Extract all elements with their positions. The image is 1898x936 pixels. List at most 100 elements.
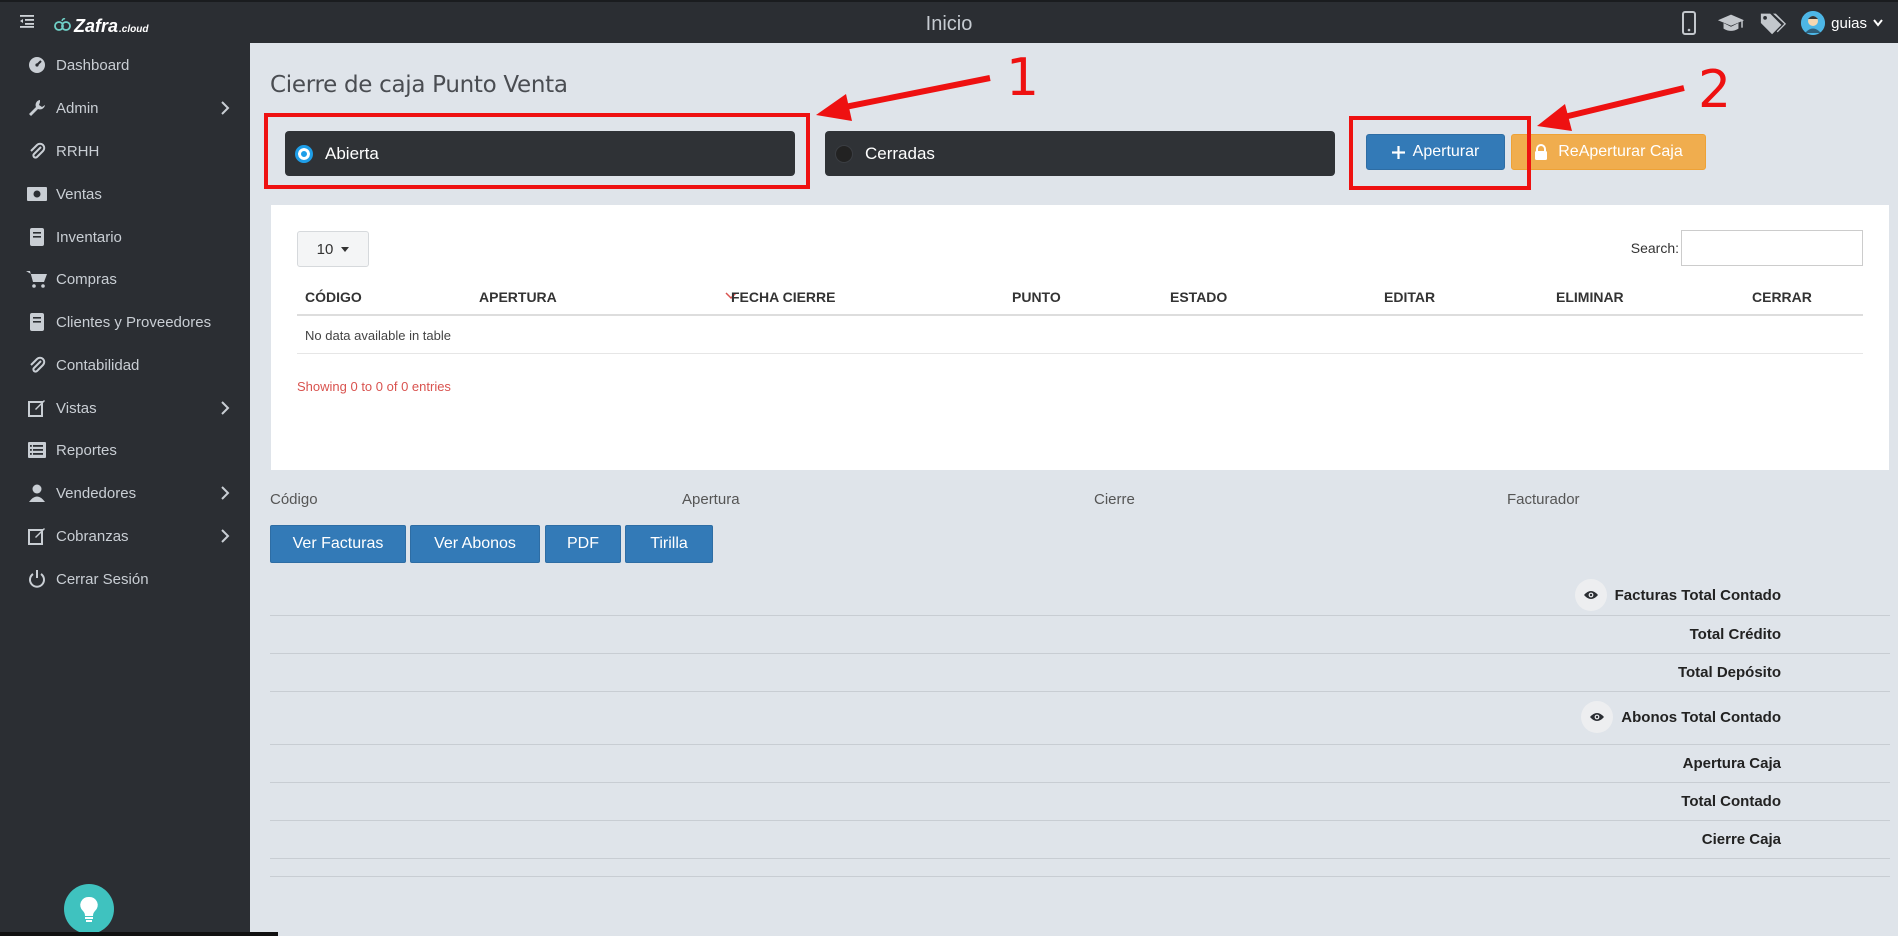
tags-icon[interactable] (1759, 10, 1787, 36)
sidebar-item-clientes-y-proveedores[interactable]: Clientes y Proveedores (0, 302, 250, 342)
table-info: Showing 0 to 0 of 0 entries (297, 379, 451, 394)
sidebar-item-vendedores[interactable]: Vendedores (0, 473, 250, 513)
column-header-editar[interactable]: EDITAR (1384, 289, 1435, 305)
summary-label: Total Contado (1681, 793, 1781, 810)
radio-unselected-icon (835, 145, 853, 163)
reaperturar-label: ReAperturar Caja (1558, 143, 1683, 160)
sidebar-item-vistas[interactable]: Vistas (0, 388, 250, 428)
sidebar-item-label: Clientes y Proveedores (56, 313, 212, 331)
sidebar-item-label: Admin (56, 99, 99, 117)
eye-icon[interactable] (1574, 579, 1607, 611)
sidebar-scrollbar[interactable] (0, 932, 278, 936)
ver-abonos-button[interactable]: Ver Abonos (410, 525, 540, 563)
sidebar-item-label: Compras (56, 270, 117, 288)
top-icons: guias (1675, 10, 1883, 36)
annotation-arrowhead-2 (1537, 104, 1572, 131)
user-menu[interactable]: guias (1801, 11, 1883, 35)
sidebar-item-cerrar-sesión[interactable]: Cerrar Sesión (0, 559, 250, 599)
user-name: guias (1831, 14, 1867, 32)
annotation-arrow-2 (1559, 85, 1685, 121)
money-icon (26, 183, 48, 205)
cart-icon (26, 268, 48, 290)
page-length-value: 10 (316, 240, 334, 258)
summary-label: Facturas Total Contado (1614, 586, 1781, 604)
column-header-cerrar[interactable]: CERRAR (1752, 289, 1812, 305)
sidebar-item-rrhh[interactable]: RRHH (0, 131, 250, 171)
summary-label: Apertura Caja (1682, 755, 1781, 772)
search-label: Search: (1630, 240, 1679, 256)
detail-label-cierre: Cierre (1094, 491, 1135, 508)
sidebar-item-admin[interactable]: Admin (0, 88, 250, 128)
column-header-punto[interactable]: PUNTO (1012, 289, 1061, 305)
sidebar-item-label: Cerrar Sesión (56, 570, 149, 588)
dashboard-icon (26, 54, 48, 76)
reaperturar-button[interactable]: ReAperturar Caja (1511, 134, 1706, 170)
column-header-estado[interactable]: ESTADO (1170, 289, 1227, 305)
book-icon (26, 226, 48, 248)
search-wrap: Search: (1631, 230, 1863, 266)
sidebar-item-label: Cobranzas (56, 527, 129, 545)
lock-icon (1535, 144, 1548, 160)
sidebar-item-dashboard[interactable]: Dashboard (0, 45, 250, 85)
summary-label-wrap: Total Crédito (1690, 626, 1781, 643)
sidebar-item-ventas[interactable]: Ventas (0, 174, 250, 214)
top-bar: Zafra .cloud Inicio guias (0, 0, 1898, 43)
column-header-codigo[interactable]: CÓDIGO (305, 289, 362, 305)
annotation-number-2: 2 (1698, 60, 1732, 120)
summary-row-empty (270, 859, 1890, 877)
filter-closed-button[interactable]: Cerradas (825, 131, 1335, 176)
graduation-cap-icon[interactable] (1717, 10, 1745, 36)
detail-label-facturador: Facturador (1507, 491, 1580, 508)
chevron-right-icon (220, 529, 230, 543)
user-icon (26, 482, 48, 504)
sidebar-item-compras[interactable]: Compras (0, 259, 250, 299)
edit-icon (26, 525, 48, 547)
annotation-arrow-1 (839, 75, 991, 111)
summary-label-wrap: Total Depósito (1678, 664, 1781, 681)
sidebar-item-label: Ventas (56, 185, 102, 203)
wrench-icon (26, 97, 48, 119)
summary-row: Abonos Total Contado (270, 692, 1890, 745)
filter-closed-label: Cerradas (865, 144, 935, 163)
lightbulb-icon[interactable] (64, 884, 114, 934)
annotation-arrowhead-1 (816, 94, 852, 121)
column-header-eliminar[interactable]: ELIMINAR (1556, 289, 1624, 305)
tirilla-button[interactable]: Tirilla (625, 525, 713, 563)
annotation-number-1: 1 (1006, 48, 1040, 108)
chevron-right-icon (220, 401, 230, 415)
sidebar-item-label: Reportes (56, 441, 117, 459)
column-header-fecha-cierre[interactable]: FECHA CIERRE (731, 289, 836, 305)
sidebar-item-inventario[interactable]: Inventario (0, 217, 250, 257)
summary-row: Cierre Caja (270, 821, 1890, 859)
summary-label-wrap: Abonos Total Contado (1581, 701, 1781, 733)
sidebar-item-label: Vistas (56, 399, 97, 417)
sidebar-item-label: Vendedores (56, 484, 137, 502)
sidebar-item-cobranzas[interactable]: Cobranzas (0, 516, 250, 556)
edit-icon (26, 397, 48, 419)
pdf-button[interactable]: PDF (545, 525, 621, 563)
detail-label-codigo: Código (270, 491, 318, 508)
sidebar-item-contabilidad[interactable]: Contabilidad (0, 345, 250, 385)
table-empty-row: No data available in table (297, 316, 1863, 354)
search-input[interactable] (1681, 230, 1863, 266)
list-icon (26, 439, 48, 461)
sidebar-item-label: Inventario (56, 228, 122, 246)
summary-row: Facturas Total Contado (270, 570, 1890, 616)
sidebar-item-reportes[interactable]: Reportes (0, 430, 250, 470)
summary-label-wrap: Cierre Caja (1702, 831, 1781, 848)
sidebar-item-label: RRHH (56, 142, 100, 160)
mobile-icon[interactable] (1675, 10, 1703, 36)
summary-row: Total Depósito (270, 654, 1890, 692)
eye-icon[interactable] (1581, 701, 1614, 733)
column-header-apertura[interactable]: APERTURA (479, 289, 557, 305)
paperclip-icon (26, 140, 48, 162)
chevron-right-icon (220, 486, 230, 500)
page-length-select[interactable]: 10 (297, 231, 369, 267)
summary-row: Apertura Caja (270, 745, 1890, 783)
ver-facturas-button[interactable]: Ver Facturas (270, 525, 406, 563)
avatar (1801, 11, 1826, 35)
annotation-box-1 (264, 113, 810, 189)
table-header: CÓDIGO APERTURA FECHA CIERRE PUNTO ESTAD… (297, 279, 1863, 316)
summary-label: Abonos Total Contado (1621, 708, 1781, 726)
chevron-down-icon (1873, 19, 1883, 27)
